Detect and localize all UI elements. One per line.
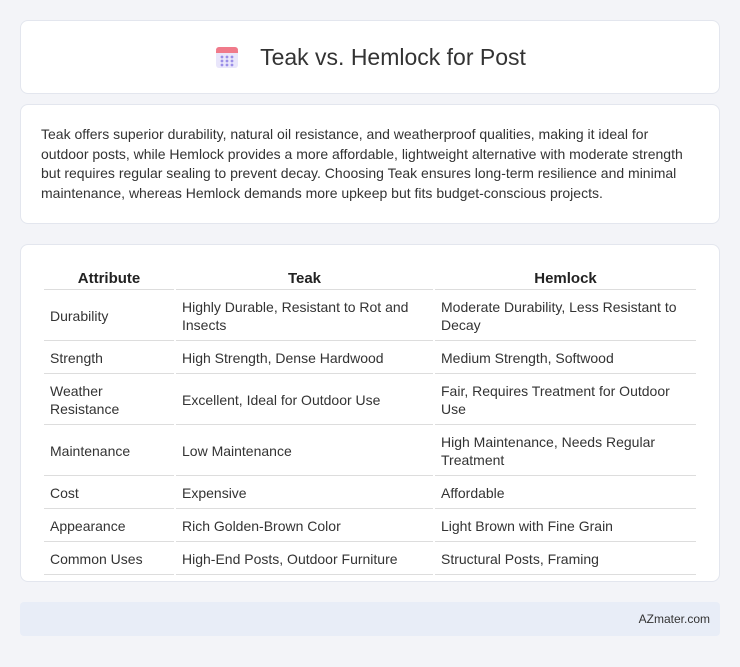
cell-attribute: Common Uses	[44, 544, 174, 575]
header-attribute: Attribute	[44, 267, 174, 290]
cell-teak: Highly Durable, Resistant to Rot and Ins…	[176, 292, 433, 341]
cell-hemlock: Fair, Requires Treatment for Outdoor Use	[435, 376, 696, 425]
header-hemlock: Hemlock	[435, 267, 696, 290]
table-row: Maintenance Low Maintenance High Mainten…	[44, 427, 696, 476]
cell-attribute: Strength	[44, 343, 174, 374]
cell-hemlock: Light Brown with Fine Grain	[435, 511, 696, 542]
cell-teak: Expensive	[176, 478, 433, 509]
cell-teak: Excellent, Ideal for Outdoor Use	[176, 376, 433, 425]
table-header-row: Attribute Teak Hemlock	[44, 267, 696, 290]
description-text: Teak offers superior durability, natural…	[41, 126, 683, 201]
table-row: Durability Highly Durable, Resistant to …	[44, 292, 696, 341]
footer-brand: AZmater.com	[638, 612, 710, 626]
cell-teak: High-End Posts, Outdoor Furniture	[176, 544, 433, 575]
cell-hemlock: Medium Strength, Softwood	[435, 343, 696, 374]
page-title: Teak vs. Hemlock for Post	[260, 43, 526, 70]
cell-attribute: Maintenance	[44, 427, 174, 476]
table-row: Cost Expensive Affordable	[44, 478, 696, 509]
header-teak: Teak	[176, 267, 433, 290]
calendar-icon	[216, 47, 239, 68]
cell-attribute: Durability	[44, 292, 174, 341]
description-card: Teak offers superior durability, natural…	[20, 104, 720, 224]
cell-attribute: Cost	[44, 478, 174, 509]
cell-attribute: Appearance	[44, 511, 174, 542]
cell-hemlock: High Maintenance, Needs Regular Treatmen…	[435, 427, 696, 476]
cell-hemlock: Structural Posts, Framing	[435, 544, 696, 575]
cell-teak: Rich Golden-Brown Color	[176, 511, 433, 542]
table-row: Appearance Rich Golden-Brown Color Light…	[44, 511, 696, 542]
comparison-table: Attribute Teak Hemlock Durability Highly…	[42, 265, 698, 577]
cell-attribute: Weather Resistance	[44, 376, 174, 425]
table-row: Weather Resistance Excellent, Ideal for …	[44, 376, 696, 425]
table-row: Strength High Strength, Dense Hardwood M…	[44, 343, 696, 374]
table-row: Common Uses High-End Posts, Outdoor Furn…	[44, 544, 696, 575]
comparison-table-card: Attribute Teak Hemlock Durability Highly…	[20, 244, 720, 582]
footer: AZmater.com	[20, 602, 720, 636]
title-card: Teak vs. Hemlock for Post	[20, 20, 720, 94]
cell-hemlock: Moderate Durability, Less Resistant to D…	[435, 292, 696, 341]
cell-teak: High Strength, Dense Hardwood	[176, 343, 433, 374]
cell-hemlock: Affordable	[435, 478, 696, 509]
cell-teak: Low Maintenance	[176, 427, 433, 476]
